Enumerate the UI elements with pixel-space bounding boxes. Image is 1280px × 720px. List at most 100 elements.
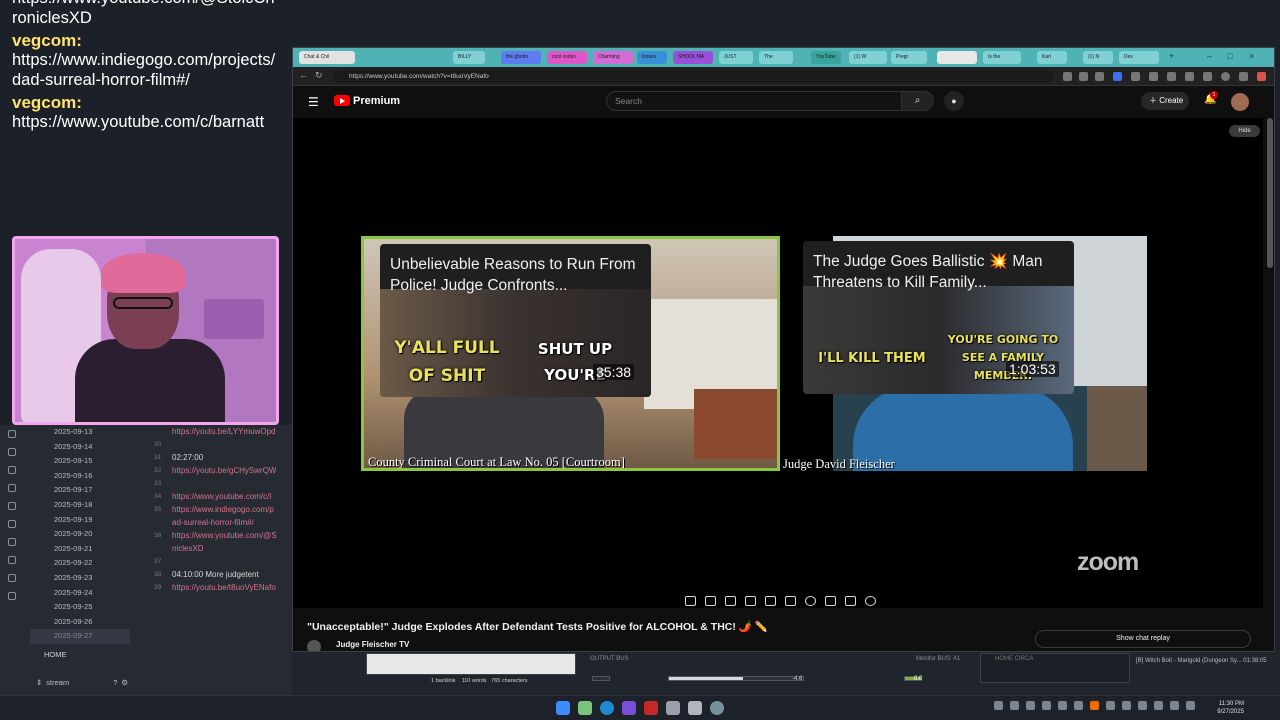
browser-tab[interactable]: SHOOL MA: [673, 51, 713, 64]
browser-tab[interactable]: YouTube: [811, 51, 841, 64]
browser-tab[interactable]: Pregr: [891, 51, 927, 64]
browser-tab[interactable]: (1) N: [1083, 51, 1113, 64]
tray-icon[interactable]: [1090, 701, 1099, 710]
file-tree-item-active[interactable]: 2025-09-27: [30, 629, 130, 644]
browser-tab-active[interactable]: [937, 51, 977, 64]
new-tab-button[interactable]: +: [1169, 51, 1174, 61]
browser-tab[interactable]: Des: [1119, 51, 1159, 64]
terminal-icon[interactable]: [8, 520, 16, 528]
note-editor[interactable]: https://youtu.be/LYYmuwOpd 30 31 02:27:00…: [150, 425, 292, 594]
file-tree-item[interactable]: 2025-09-19: [30, 513, 130, 528]
create-button[interactable]: ＋ Create: [1141, 92, 1189, 110]
edge-icon[interactable]: [600, 701, 614, 715]
tray-icon[interactable]: [1138, 701, 1147, 710]
app-icon[interactable]: [578, 701, 592, 715]
canvas-icon[interactable]: [8, 556, 16, 564]
browser-tab[interactable]: BILLY: [453, 51, 485, 64]
browser-tab[interactable]: cool codyo: [547, 51, 587, 64]
file-tree-item[interactable]: 2025-09-26: [30, 615, 130, 630]
show-chat-replay-button[interactable]: Show chat replay: [1035, 630, 1251, 648]
channel-name[interactable]: Judge Fleischer TV: [336, 640, 409, 649]
minimize-button[interactable]: –: [1207, 51, 1212, 61]
subtitles-icon[interactable]: [725, 596, 736, 606]
download-icon[interactable]: [1185, 72, 1194, 81]
browser-tab[interactable]: JUST: [719, 51, 753, 64]
browser-tab[interactable]: Karl: [1037, 51, 1067, 64]
tray-icon[interactable]: [1186, 701, 1195, 710]
picture-icon[interactable]: [765, 596, 776, 606]
template-icon[interactable]: [8, 502, 16, 510]
tray-icon[interactable]: [1154, 701, 1163, 710]
hide-button[interactable]: Hide: [1229, 125, 1260, 137]
file-tree-item[interactable]: 2025-09-23: [30, 571, 130, 586]
maximize-button[interactable]: □: [1227, 51, 1232, 61]
calendar-icon[interactable]: [8, 484, 16, 492]
extension-icon[interactable]: [1131, 72, 1140, 81]
extension-icon[interactable]: [1149, 72, 1158, 81]
app-icon[interactable]: [710, 701, 724, 715]
browser-tab[interactable]: Chat & Chil: [299, 51, 355, 64]
film-icon[interactable]: [745, 596, 756, 606]
youtube-brand[interactable]: Premium: [353, 95, 400, 107]
browser-tab[interactable]: Is the: [983, 51, 1021, 64]
tray-icon[interactable]: [1026, 701, 1035, 710]
page-scrollbar[interactable]: [1267, 118, 1273, 268]
channel-avatar[interactable]: [307, 640, 321, 651]
file-tree-item[interactable]: 2025-09-24: [30, 586, 130, 601]
files-icon[interactable]: [8, 430, 16, 438]
video-player[interactable]: Hide Unbelievable Reasons to Run From Po…: [293, 118, 1263, 608]
app-icon[interactable]: [666, 701, 680, 715]
tray-icon[interactable]: [1122, 701, 1131, 710]
code-icon[interactable]: [8, 592, 16, 600]
vault-switcher[interactable]: ⇕ stream ? ⚙: [36, 678, 128, 687]
account-avatar[interactable]: [1231, 93, 1249, 111]
app-icon[interactable]: [688, 701, 702, 715]
search-input[interactable]: Search: [606, 91, 902, 111]
windows-start-icon[interactable]: [556, 701, 570, 715]
extension-icon[interactable]: [1167, 72, 1176, 81]
profile-icon[interactable]: [1221, 72, 1230, 81]
home-icon[interactable]: [8, 574, 16, 582]
speed-icon[interactable]: [805, 596, 816, 606]
help-icon[interactable]: ?: [113, 678, 117, 687]
voice-search-button[interactable]: ●: [944, 91, 964, 111]
back-icon[interactable]: ←: [299, 70, 308, 80]
file-tree-item[interactable]: 2025-09-17: [30, 483, 130, 498]
zoom-icon[interactable]: [1063, 72, 1072, 81]
loop-icon[interactable]: [685, 596, 696, 606]
tag-icon[interactable]: [8, 538, 16, 546]
hamburger-menu-icon[interactable]: ☰: [308, 95, 319, 109]
filmstrip-icon[interactable]: [785, 596, 796, 606]
tray-icon[interactable]: [1074, 701, 1083, 710]
tray-icon[interactable]: [1058, 701, 1067, 710]
star-icon[interactable]: [1095, 72, 1104, 81]
menu-icon[interactable]: [1239, 72, 1248, 81]
close-button[interactable]: ×: [1249, 51, 1254, 61]
file-tree-item[interactable]: 2025-09-22: [30, 556, 130, 571]
extension-icon[interactable]: [1203, 72, 1212, 81]
tray-icon[interactable]: [1010, 701, 1019, 710]
file-tree-item[interactable]: 2025-09-13: [30, 425, 130, 440]
tray-icon[interactable]: [1106, 701, 1115, 710]
reload-icon[interactable]: ↻: [315, 70, 323, 81]
file-tree-item[interactable]: 2025-09-15: [30, 454, 130, 469]
obs-meter-small[interactable]: [592, 676, 610, 681]
obsidian-icon[interactable]: [622, 701, 636, 715]
tray-icon[interactable]: [1170, 701, 1179, 710]
share-icon[interactable]: [1079, 72, 1088, 81]
volume-slider[interactable]: [668, 676, 804, 681]
url-input[interactable]: https://www.youtube.com/watch?v=t8uoVyEN…: [333, 70, 1053, 83]
browser-tab[interactable]: Issues: [637, 51, 667, 64]
browser-tab[interactable]: The: [759, 51, 793, 64]
file-tree-item[interactable]: 2025-09-20: [30, 527, 130, 542]
tray-icon[interactable]: [994, 701, 1003, 710]
file-tree-item[interactable]: 2025-09-14: [30, 440, 130, 455]
search-button[interactable]: ⌕: [901, 91, 934, 111]
tray-icon[interactable]: [1042, 701, 1051, 710]
extension-icon[interactable]: [1257, 72, 1266, 81]
clock[interactable]: 11:30 PM 9/27/2025: [1217, 700, 1244, 716]
file-tree-item[interactable]: 2025-09-21: [30, 542, 130, 557]
youtube-logo-icon[interactable]: [334, 95, 350, 106]
file-tree-item[interactable]: 2025-09-25: [30, 600, 130, 615]
browser-tab[interactable]: Charming: [593, 51, 633, 64]
